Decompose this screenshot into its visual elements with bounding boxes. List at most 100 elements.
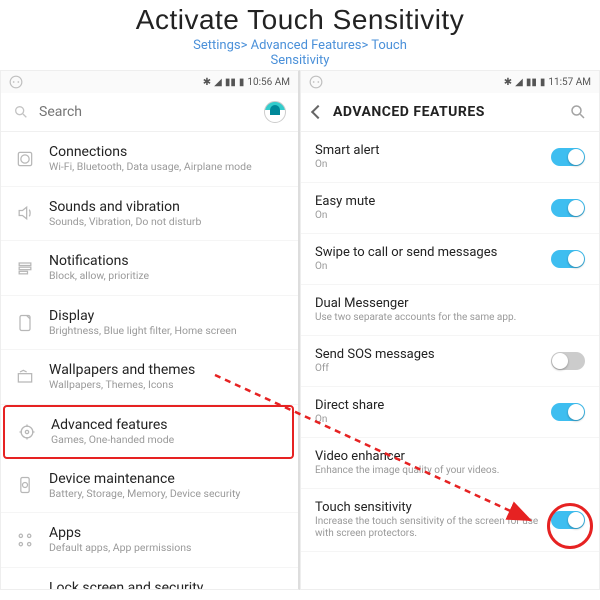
advanced-features-screen: ✱ ◢ ▮▮ ▮ 11:57 AM ADVANCED FEATURES Smar… bbox=[300, 70, 600, 590]
wallpaper-icon bbox=[15, 367, 35, 387]
signal-icon: ▮▮ bbox=[225, 77, 236, 88]
item-label: Easy mute bbox=[315, 194, 551, 209]
item-body: Touch sensitivity Increase the touch sen… bbox=[315, 500, 551, 540]
item-body: Smart alert On bbox=[315, 143, 551, 171]
apps-icon bbox=[15, 530, 35, 550]
maintenance-icon bbox=[15, 475, 35, 495]
settings-item-sounds-and-vibration[interactable]: Sounds and vibration Sounds, Vibration, … bbox=[1, 187, 298, 242]
item-label: Sounds and vibration bbox=[49, 199, 284, 215]
wifi-icon: ◢ bbox=[515, 77, 523, 88]
item-subtitle: Use two separate accounts for the same a… bbox=[315, 312, 585, 324]
bluetooth-icon: ✱ bbox=[504, 77, 512, 88]
settings-item-display[interactable]: Display Brightness, Blue light filter, H… bbox=[1, 296, 298, 351]
af-item-easy-mute[interactable]: Easy mute On bbox=[301, 183, 599, 234]
bluetooth-icon: ✱ bbox=[203, 77, 211, 88]
item-body: Sounds and vibration Sounds, Vibration, … bbox=[49, 199, 284, 229]
toggle-switch[interactable] bbox=[551, 199, 585, 217]
battery-icon: ▮ bbox=[239, 77, 245, 88]
af-item-dual-messenger[interactable]: Dual Messenger Use two separate accounts… bbox=[301, 285, 599, 336]
toggle-switch[interactable] bbox=[551, 403, 585, 421]
toggle-switch[interactable] bbox=[551, 250, 585, 268]
item-label: Advanced features bbox=[51, 417, 280, 433]
item-subtitle: On bbox=[315, 159, 551, 171]
status-time: 11:57 AM bbox=[548, 77, 591, 88]
item-body: Connections Wi-Fi, Bluetooth, Data usage… bbox=[49, 144, 284, 174]
back-icon[interactable] bbox=[311, 105, 325, 119]
item-subtitle: Sounds, Vibration, Do not disturb bbox=[49, 216, 284, 229]
signal-icon: ▮▮ bbox=[526, 77, 537, 88]
settings-item-wallpapers-and-themes[interactable]: Wallpapers and themes Wallpapers, Themes… bbox=[1, 350, 298, 405]
item-label: Device maintenance bbox=[49, 471, 284, 487]
toggle-switch[interactable] bbox=[551, 148, 585, 166]
item-label: Smart alert bbox=[315, 143, 551, 158]
settings-item-lock-screen-and-security[interactable]: Lock screen and security Always On Displ… bbox=[1, 568, 298, 589]
af-item-swipe-to-call-or-send-messages[interactable]: Swipe to call or send messages On bbox=[301, 234, 599, 285]
item-subtitle: Battery, Storage, Memory, Device securit… bbox=[49, 488, 284, 501]
item-body: Device maintenance Battery, Storage, Mem… bbox=[49, 471, 284, 501]
af-item-touch-sensitivity[interactable]: Touch sensitivity Increase the touch sen… bbox=[301, 489, 599, 552]
settings-item-apps[interactable]: Apps Default apps, App permissions bbox=[1, 513, 298, 568]
item-body: Swipe to call or send messages On bbox=[315, 245, 551, 273]
af-item-smart-alert[interactable]: Smart alert On bbox=[301, 132, 599, 183]
item-subtitle: Enhance the image quality of your videos… bbox=[315, 465, 585, 477]
status-bar: ✱ ◢ ▮▮ ▮ 11:57 AM bbox=[301, 71, 599, 93]
item-body: Wallpapers and themes Wallpapers, Themes… bbox=[49, 362, 284, 392]
search-bar[interactable] bbox=[1, 93, 298, 132]
display-icon bbox=[15, 313, 35, 333]
item-subtitle: Increase the touch sensitivity of the sc… bbox=[315, 516, 551, 540]
item-label: Swipe to call or send messages bbox=[315, 245, 551, 260]
item-body: Send SOS messages Off bbox=[315, 347, 551, 375]
toggle-switch[interactable] bbox=[551, 511, 585, 529]
item-subtitle: Brightness, Blue light filter, Home scre… bbox=[49, 325, 284, 338]
advanced-features-list: Smart alert On Easy mute On Swipe to cal… bbox=[301, 132, 599, 589]
item-label: Direct share bbox=[315, 398, 551, 413]
tutorial-header: Activate Touch Sensitivity Settings> Adv… bbox=[0, 0, 600, 70]
item-subtitle: Wi-Fi, Bluetooth, Data usage, Airplane m… bbox=[49, 161, 284, 174]
settings-item-advanced-features[interactable]: Advanced features Games, One-handed mode bbox=[3, 405, 294, 459]
settings-item-connections[interactable]: Connections Wi-Fi, Bluetooth, Data usage… bbox=[1, 132, 298, 187]
item-subtitle: Games, One-handed mode bbox=[51, 434, 280, 447]
af-item-direct-share[interactable]: Direct share On bbox=[301, 387, 599, 438]
af-item-video-enhancer[interactable]: Video enhancer Enhance the image quality… bbox=[301, 438, 599, 489]
settings-item-notifications[interactable]: Notifications Block, allow, prioritize bbox=[1, 241, 298, 296]
item-label: Notifications bbox=[49, 253, 284, 269]
breadcrumb-line2: Sensitivity bbox=[271, 53, 330, 68]
status-time: 10:56 AM bbox=[247, 77, 290, 88]
search-icon bbox=[13, 104, 29, 120]
item-body: Advanced features Games, One-handed mode bbox=[51, 417, 280, 447]
notif-icon bbox=[15, 258, 35, 278]
item-subtitle: Block, allow, prioritize bbox=[49, 270, 284, 283]
item-body: Direct share On bbox=[315, 398, 551, 426]
search-icon[interactable] bbox=[569, 103, 587, 121]
item-label: Dual Messenger bbox=[315, 296, 585, 311]
reddit-icon bbox=[309, 75, 323, 89]
item-body: Video enhancer Enhance the image quality… bbox=[315, 449, 585, 477]
item-label: Send SOS messages bbox=[315, 347, 551, 362]
item-body: Lock screen and security Always On Displ… bbox=[49, 580, 284, 589]
search-input[interactable] bbox=[39, 104, 254, 120]
screen-title: ADVANCED FEATURES bbox=[333, 104, 559, 120]
item-label: Connections bbox=[49, 144, 284, 160]
item-body: Display Brightness, Blue light filter, H… bbox=[49, 308, 284, 338]
advanced-icon bbox=[17, 422, 37, 442]
item-body: Notifications Block, allow, prioritize bbox=[49, 253, 284, 283]
toggle-switch[interactable] bbox=[551, 352, 585, 370]
item-label: Apps bbox=[49, 525, 284, 541]
avatar[interactable] bbox=[264, 101, 286, 123]
page-title: Activate Touch Sensitivity bbox=[0, 4, 600, 36]
item-body: Apps Default apps, App permissions bbox=[49, 525, 284, 555]
item-subtitle: Default apps, App permissions bbox=[49, 542, 284, 555]
item-body: Dual Messenger Use two separate accounts… bbox=[315, 296, 585, 324]
item-label: Video enhancer bbox=[315, 449, 585, 464]
item-subtitle: On bbox=[315, 414, 551, 426]
af-item-send-sos-messages[interactable]: Send SOS messages Off bbox=[301, 336, 599, 387]
screen-header: ADVANCED FEATURES bbox=[301, 93, 599, 132]
battery-icon: ▮ bbox=[540, 77, 546, 88]
breadcrumb: Settings> Advanced Features> Touch Sensi… bbox=[0, 38, 600, 68]
item-subtitle: On bbox=[315, 210, 551, 222]
item-label: Touch sensitivity bbox=[315, 500, 551, 515]
item-subtitle: On bbox=[315, 261, 551, 273]
item-label: Wallpapers and themes bbox=[49, 362, 284, 378]
settings-item-device-maintenance[interactable]: Device maintenance Battery, Storage, Mem… bbox=[1, 459, 298, 514]
globe-icon bbox=[15, 149, 35, 169]
